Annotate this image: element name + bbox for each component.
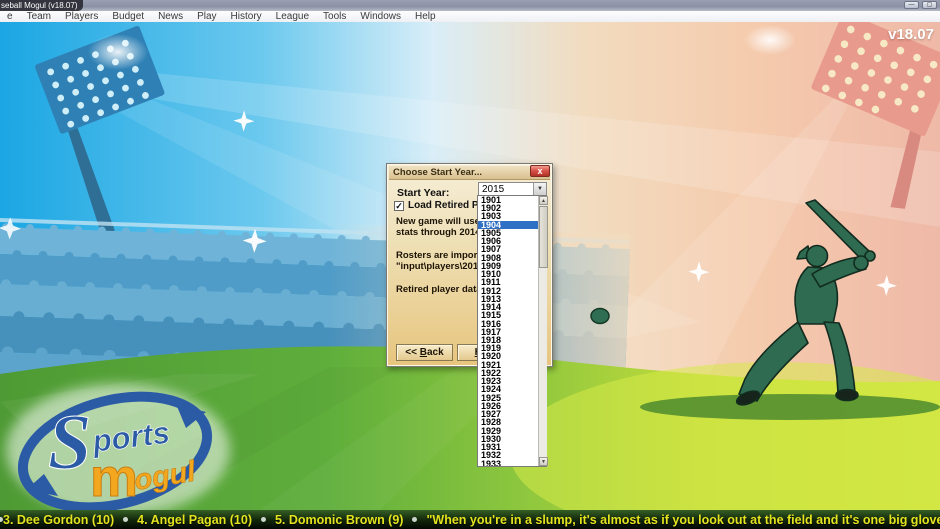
scroll-down-icon[interactable]: ▼ [539, 457, 548, 466]
ticker-item: 4. Angel Pagan (10) [137, 513, 275, 527]
start-year-combobox[interactable]: 2015 ▼ [478, 182, 547, 196]
ticker-item: 5. Domonic Brown (9) [275, 513, 426, 527]
menu-item[interactable]: History [224, 11, 269, 22]
titlebar: seball Mogul (v18.07) — ▢ [0, 0, 940, 11]
back-button[interactable]: << Back [396, 344, 453, 361]
menu-item[interactable]: Tools [316, 11, 353, 22]
start-year-label: Start Year: [397, 187, 449, 199]
chevron-down-icon[interactable]: ▼ [533, 183, 546, 195]
menu-item[interactable]: News [151, 11, 190, 22]
list-scrollbar[interactable]: ▲ ▼ [538, 196, 547, 466]
menu-item[interactable]: e [0, 11, 20, 22]
menu-item[interactable]: Budget [105, 11, 151, 22]
version-label: v18.07 [888, 26, 934, 43]
menu-item[interactable]: League [269, 11, 316, 22]
scroll-up-icon[interactable]: ▲ [539, 196, 548, 205]
year-dropdown-list: 1901190219031904190519061907190819091910… [477, 195, 547, 467]
batter-shadow [640, 394, 940, 420]
menu-item[interactable]: Windows [353, 11, 408, 22]
ticker-bullet-icon [412, 517, 417, 522]
baseball [591, 309, 609, 324]
menu-item[interactable]: Help [408, 11, 443, 22]
maximize-button[interactable]: ▢ [922, 1, 937, 9]
menu-bar: eTeamPlayersBudgetNewsPlayHistoryLeagueT… [0, 11, 940, 22]
combo-value: 2015 [482, 184, 504, 195]
scrollbar-thumb[interactable] [539, 206, 548, 268]
year-option[interactable]: 1933 [478, 460, 546, 468]
ticker-item: "When you're in a slump, it's almost as … [426, 513, 940, 527]
svg-text:S: S [48, 398, 91, 485]
ticker-bullet-icon [123, 517, 128, 522]
app-window: S ports m ogul v18.07 seball Mogul (v18.… [0, 0, 940, 529]
news-ticker: 3. Dee Gordon (10) 4. Angel Pagan (10) 5… [0, 510, 940, 529]
menu-item[interactable]: Team [20, 11, 58, 22]
checkbox-checked-icon[interactable]: ✓ [394, 201, 404, 211]
menu-item[interactable]: Players [58, 11, 105, 22]
close-icon[interactable]: x [530, 165, 550, 177]
window-title: seball Mogul (v18.07) [0, 0, 83, 11]
menu-item[interactable]: Play [190, 11, 223, 22]
svg-text:m: m [90, 448, 138, 508]
ticker-item: 3. Dee Gordon (10) [3, 513, 137, 527]
minimize-button[interactable]: — [904, 1, 919, 9]
dialog-title: Choose Start Year... [389, 166, 550, 180]
ticker-bullet-icon [261, 517, 266, 522]
